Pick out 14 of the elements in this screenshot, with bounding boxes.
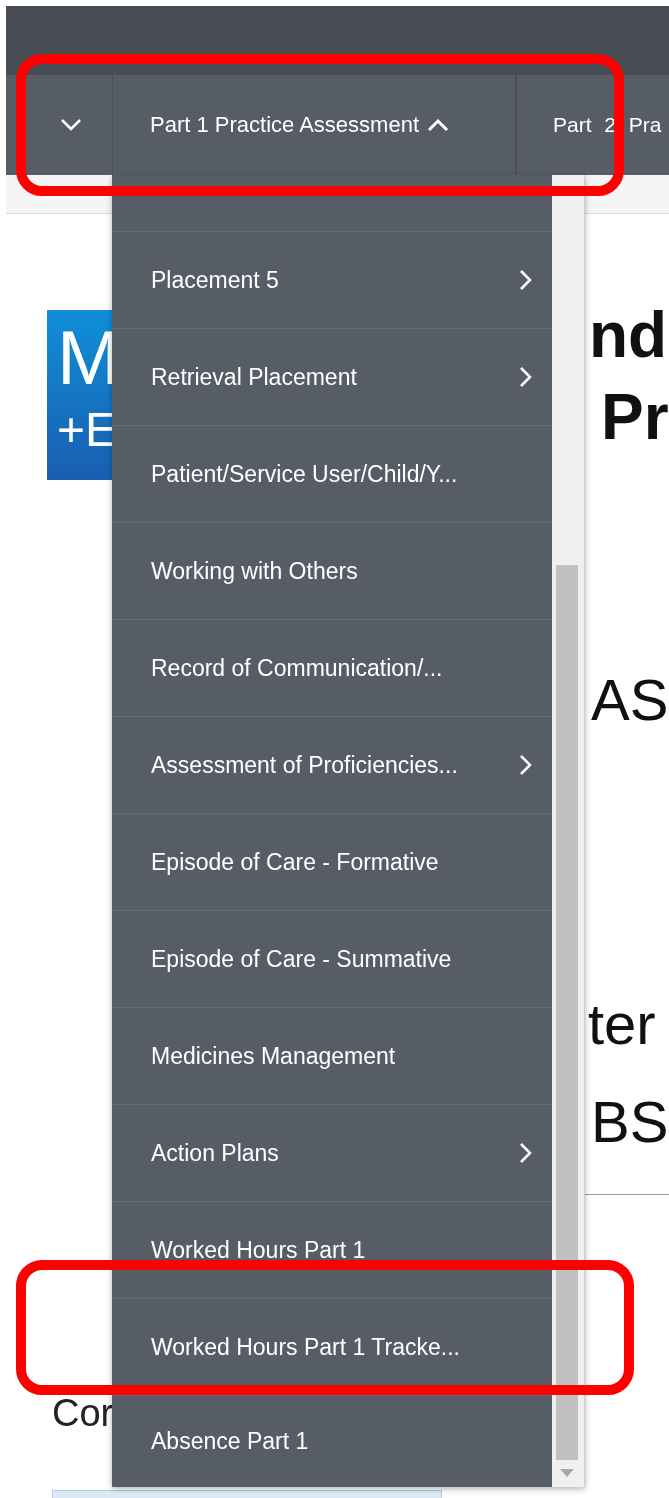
scrollbar[interactable]: [552, 175, 585, 1487]
body-text: Cor: [52, 1392, 112, 1435]
title-text: AS: [591, 666, 669, 734]
heading-text: nd: [589, 298, 669, 373]
scroll-down-icon[interactable]: [560, 1469, 575, 1477]
scrollbar-thumb[interactable]: [556, 565, 578, 1460]
chevron-icon: [60, 118, 82, 132]
caret-icon: [427, 118, 449, 132]
nav-tab[interactable]: Part 1 Practice Assessment: [112, 75, 516, 175]
title-text: ter: [588, 990, 657, 1058]
logo-text: +E: [57, 404, 112, 457]
heading-text: Pr: [601, 380, 669, 455]
title-text: BS: [591, 1088, 669, 1156]
nav-tab[interactable]: Part 2 Pra: [516, 75, 662, 175]
